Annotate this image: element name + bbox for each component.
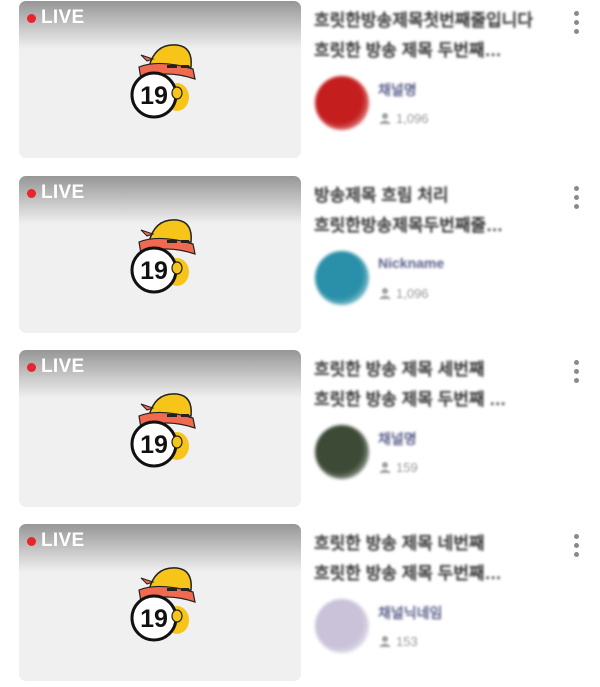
vertical-ellipsis-icon xyxy=(573,542,579,548)
channel-avatar[interactable] xyxy=(315,425,369,479)
mascot-eye xyxy=(181,414,189,417)
red-dot-icon xyxy=(27,362,36,372)
stream-thumbnail[interactable]: LIVE 19 xyxy=(19,1,301,158)
stream-title-line-1[interactable]: 흐릿한 방송 제목 세번째 xyxy=(314,355,546,377)
channel-name[interactable]: 채널명 xyxy=(378,80,458,100)
mascot-scarf-tail xyxy=(140,403,155,411)
viewer-count: 159 xyxy=(396,459,418,475)
stream-title-line-2[interactable]: 흐릿한 방송 제목 두번째 … xyxy=(314,385,546,407)
stream-title-line-2[interactable]: 흐릿한 방송 제목 두번째… xyxy=(314,559,546,581)
live-stream-list: LIVE 19 흐릿한방송제목첫번째줄입니다 흐릿한 방송 제목 두번째… 채널… xyxy=(0,0,600,687)
viewer-count: 1,096 xyxy=(396,110,429,126)
stream-thumbnail[interactable]: LIVE 19 xyxy=(19,176,301,333)
mascot-hand xyxy=(171,86,183,100)
channel-name[interactable]: Nickname xyxy=(378,255,458,275)
more-options-button[interactable] xyxy=(566,182,586,212)
vertical-ellipsis-icon xyxy=(573,359,579,365)
viewer-icon xyxy=(379,636,391,647)
vertical-ellipsis-icon xyxy=(573,194,579,200)
vertical-ellipsis-icon xyxy=(573,368,579,374)
channel-name[interactable]: 채널닉네임 xyxy=(378,603,458,623)
stream-card[interactable]: LIVE 19 흐릿한 방송 제목 세번째 흐릿한 방송 제목 두번째 … 채널… xyxy=(0,349,600,509)
age-label: 19 xyxy=(140,431,168,459)
viewer-icon xyxy=(379,113,391,124)
stream-title-line-2[interactable]: 흐릿한 방송 제목 두번째… xyxy=(314,36,546,58)
live-badge: LIVE xyxy=(27,530,84,552)
live-badge: LIVE xyxy=(27,7,84,29)
viewer-row: 159 xyxy=(378,457,418,477)
vertical-ellipsis-icon xyxy=(573,28,579,34)
age-19-mascot-icon: 19 xyxy=(130,567,196,642)
channel-avatar[interactable] xyxy=(315,76,369,130)
mascot-eye xyxy=(181,65,189,68)
mascot-hand xyxy=(171,261,183,275)
red-dot-icon xyxy=(27,13,36,23)
more-options-button[interactable] xyxy=(566,530,586,560)
more-options-button[interactable] xyxy=(566,7,586,37)
viewer-count: 153 xyxy=(396,633,418,649)
mascot-eye xyxy=(167,414,177,417)
channel-avatar[interactable] xyxy=(315,599,369,653)
viewer-count: 1,096 xyxy=(396,285,429,301)
vertical-ellipsis-icon xyxy=(573,203,579,209)
mascot-hand xyxy=(171,609,183,623)
stream-thumbnail[interactable]: LIVE 19 xyxy=(19,524,301,681)
viewer-row: 1,096 xyxy=(378,108,429,128)
stream-title-line-2[interactable]: 흐릿한방송제목두번째줄… xyxy=(314,211,546,233)
red-dot-icon xyxy=(27,536,36,546)
mascot-eye xyxy=(167,65,177,68)
age-label: 19 xyxy=(140,605,168,633)
live-label: LIVE xyxy=(41,530,85,551)
mascot-scarf-tail xyxy=(140,577,155,585)
channel-avatar[interactable] xyxy=(315,251,369,305)
mascot-eye xyxy=(167,588,177,591)
stream-title-line-1[interactable]: 흐릿한방송제목첫번째줄입니다 xyxy=(314,6,546,28)
mascot-eye xyxy=(167,240,177,243)
stream-thumbnail[interactable]: LIVE 19 xyxy=(19,350,301,507)
vertical-ellipsis-icon xyxy=(573,10,579,16)
live-badge: LIVE xyxy=(27,182,84,204)
live-label: LIVE xyxy=(41,182,85,203)
channel-name[interactable]: 채널명 xyxy=(378,429,458,449)
vertical-ellipsis-icon xyxy=(573,533,579,539)
mascot-hand xyxy=(171,435,183,449)
vertical-ellipsis-icon xyxy=(573,19,579,25)
stream-card[interactable]: LIVE 19 흐릿한방송제목첫번째줄입니다 흐릿한 방송 제목 두번째… 채널… xyxy=(0,0,600,160)
mascot-scarf-tail xyxy=(140,54,155,62)
age-label: 19 xyxy=(140,82,168,110)
stream-title-line-1[interactable]: 방송제목 흐림 처리 xyxy=(314,181,546,203)
stream-card[interactable]: LIVE 19 방송제목 흐림 처리 흐릿한방송제목두번째줄… Nickname… xyxy=(0,175,600,335)
red-dot-icon xyxy=(27,188,36,198)
mascot-scarf-tail xyxy=(140,229,155,237)
mascot-eye xyxy=(181,588,189,591)
viewer-row: 1,096 xyxy=(378,283,429,303)
stream-card[interactable]: LIVE 19 흐릿한 방송 제목 네번째 흐릿한 방송 제목 두번째… 채널닉… xyxy=(0,523,600,683)
live-label: LIVE xyxy=(41,7,85,28)
more-options-button[interactable] xyxy=(566,356,586,386)
age-19-mascot-icon: 19 xyxy=(130,44,196,119)
viewer-row: 153 xyxy=(378,631,418,651)
viewer-icon xyxy=(379,288,391,299)
age-label: 19 xyxy=(140,257,168,285)
age-19-mascot-icon: 19 xyxy=(130,393,196,468)
vertical-ellipsis-icon xyxy=(573,377,579,383)
live-label: LIVE xyxy=(41,356,85,377)
mascot-eye xyxy=(181,240,189,243)
vertical-ellipsis-icon xyxy=(573,185,579,191)
age-19-mascot-icon: 19 xyxy=(130,219,196,294)
viewer-icon xyxy=(379,462,391,473)
stream-title-line-1[interactable]: 흐릿한 방송 제목 네번째 xyxy=(314,529,546,551)
live-badge: LIVE xyxy=(27,356,84,378)
vertical-ellipsis-icon xyxy=(573,551,579,557)
